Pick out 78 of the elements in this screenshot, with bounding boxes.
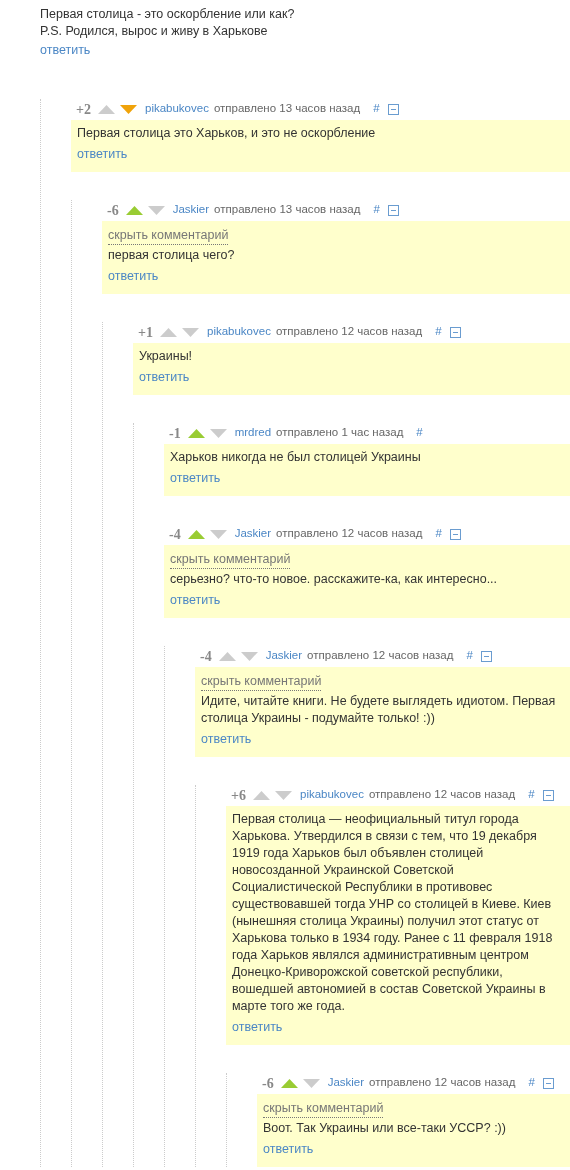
comment-author[interactable]: pikabukovec (300, 786, 364, 804)
comment-time: отправлено 13 часов назад (214, 202, 361, 218)
comment-author[interactable]: mrdred (234, 424, 272, 442)
comment-anchor-link[interactable]: # (466, 647, 473, 665)
comment-rating: -1 (169, 424, 181, 443)
collapse-icon[interactable] (449, 528, 461, 540)
comment-text: Воот. Так Украины или все-таки УССР? :)) (263, 1120, 506, 1137)
post-text: Первая столица - это оскорбление или как? (40, 6, 296, 23)
upvote-arrow-icon[interactable] (280, 1078, 298, 1088)
comment-text: Первая столица — неофициальный титул города Харькова. Утвердился в связи с тем, что 19 декабря 1919 года Харьков был объявлен столицей новосозданной Украинской Советской Социалистической Республики в противовес существовавшей тогда УНР со столицей в Киеве. Киев (нынешняя столица Украины) получил этот статус от Харькова только в 1934 году. Ранее с 11 февраля 1918 года Харьков являлся административным центром Донецко-Криворожской советской республики, вошедшей автономией в состав Советской Украины в марте того же года. (232, 811, 554, 1015)
comment-rating: -6 (107, 201, 119, 220)
downvote-arrow-icon[interactable] (147, 205, 165, 215)
hide-comment-link[interactable]: скрыть комментарий (170, 550, 291, 569)
comment-time: отправлено 12 часов назад (307, 648, 454, 664)
hide-comment-link[interactable]: скрыть комментарий (108, 226, 229, 245)
comment-text: первая столица чего? (108, 247, 235, 264)
downvote-arrow-icon[interactable] (182, 327, 199, 337)
downvote-arrow-icon[interactable] (275, 790, 292, 800)
comment-time: отправлено 12 часов назад (369, 1075, 516, 1091)
comment-rating: -4 (200, 647, 212, 666)
reply-link[interactable]: ответить (139, 369, 190, 386)
comment-text: Первая столица это Харьков, и это не оскорбление (77, 125, 376, 142)
reply-link[interactable]: ответить (201, 731, 252, 748)
comment-rating: +1 (138, 323, 153, 342)
upvote-arrow-icon[interactable] (253, 790, 270, 800)
post-text: P.S. Родился, вырос и живу в Харькове (40, 23, 269, 40)
comment-rating: -6 (262, 1074, 274, 1093)
upvote-arrow-icon[interactable] (218, 651, 236, 661)
comment-anchor-link[interactable]: # (435, 323, 442, 341)
upvote-arrow-icon[interactable] (160, 327, 177, 337)
upvote-arrow-icon[interactable] (187, 428, 205, 438)
comment-time: отправлено 1 час назад (276, 425, 404, 441)
upvote-arrow-icon[interactable] (187, 529, 205, 539)
reply-link[interactable]: ответить (77, 146, 128, 163)
collapse-icon[interactable] (387, 103, 399, 115)
reply-link[interactable]: ответить (170, 470, 221, 487)
collapse-icon[interactable] (449, 326, 461, 338)
downvote-arrow-icon[interactable] (209, 529, 227, 539)
comment-anchor-link[interactable]: # (373, 100, 380, 118)
comment-author[interactable]: Jaskier (327, 1074, 365, 1092)
reply-link[interactable]: ответить (170, 592, 221, 609)
comment-anchor-link[interactable]: # (416, 424, 423, 442)
comment-rating: +2 (76, 100, 91, 119)
downvote-arrow-icon[interactable] (209, 428, 227, 438)
reply-link[interactable]: ответить (232, 1019, 283, 1036)
comment-anchor-link[interactable]: # (435, 525, 442, 543)
collapse-icon[interactable] (480, 650, 492, 662)
comment-text: Идите, читайте книги. Не будете выглядеть идиотом. Первая столица Украины - подумайте только! :)) (201, 693, 557, 727)
comment-time: отправлено 12 часов назад (276, 526, 423, 542)
comment-text: Украины! (139, 348, 193, 365)
comment-anchor-link[interactable]: # (528, 1074, 535, 1092)
comment-anchor-link[interactable]: # (373, 201, 380, 219)
comment-text: Харьков никогда не был столицей Украины (170, 449, 421, 466)
collapse-icon[interactable] (387, 204, 399, 216)
comment-anchor-link[interactable]: # (528, 786, 535, 804)
upvote-arrow-icon[interactable] (98, 104, 115, 114)
comment-author[interactable]: pikabukovec (145, 100, 209, 118)
downvote-arrow-icon[interactable] (120, 104, 137, 114)
comment-author[interactable]: Jaskier (234, 525, 272, 543)
downvote-arrow-icon[interactable] (240, 651, 258, 661)
comment-time: отправлено 12 часов назад (368, 787, 516, 803)
comment-author[interactable]: Jaskier (172, 201, 210, 219)
hide-comment-link[interactable]: скрыть комментарий (201, 672, 322, 691)
collapse-icon[interactable] (542, 1077, 554, 1089)
reply-link[interactable]: ответить (108, 268, 159, 285)
hide-comment-link[interactable]: скрыть комментарий (263, 1099, 384, 1118)
comment-time: отправлено 13 часов назад (213, 101, 361, 117)
comment-rating: -4 (169, 525, 181, 544)
comment-author[interactable]: Jaskier (265, 647, 303, 665)
upvote-arrow-icon[interactable] (125, 205, 143, 215)
comment-rating: +6 (231, 786, 246, 805)
collapse-icon[interactable] (542, 789, 554, 801)
downvote-arrow-icon[interactable] (302, 1078, 320, 1088)
comment-time: отправлено 12 часов назад (275, 324, 423, 340)
reply-link[interactable]: ответить (40, 42, 570, 59)
reply-link[interactable]: ответить (263, 1141, 314, 1158)
comment-author[interactable]: pikabukovec (207, 323, 271, 341)
comment-text: серьезно? что-то новое. расскажите-ка, как интересно... (170, 571, 498, 588)
